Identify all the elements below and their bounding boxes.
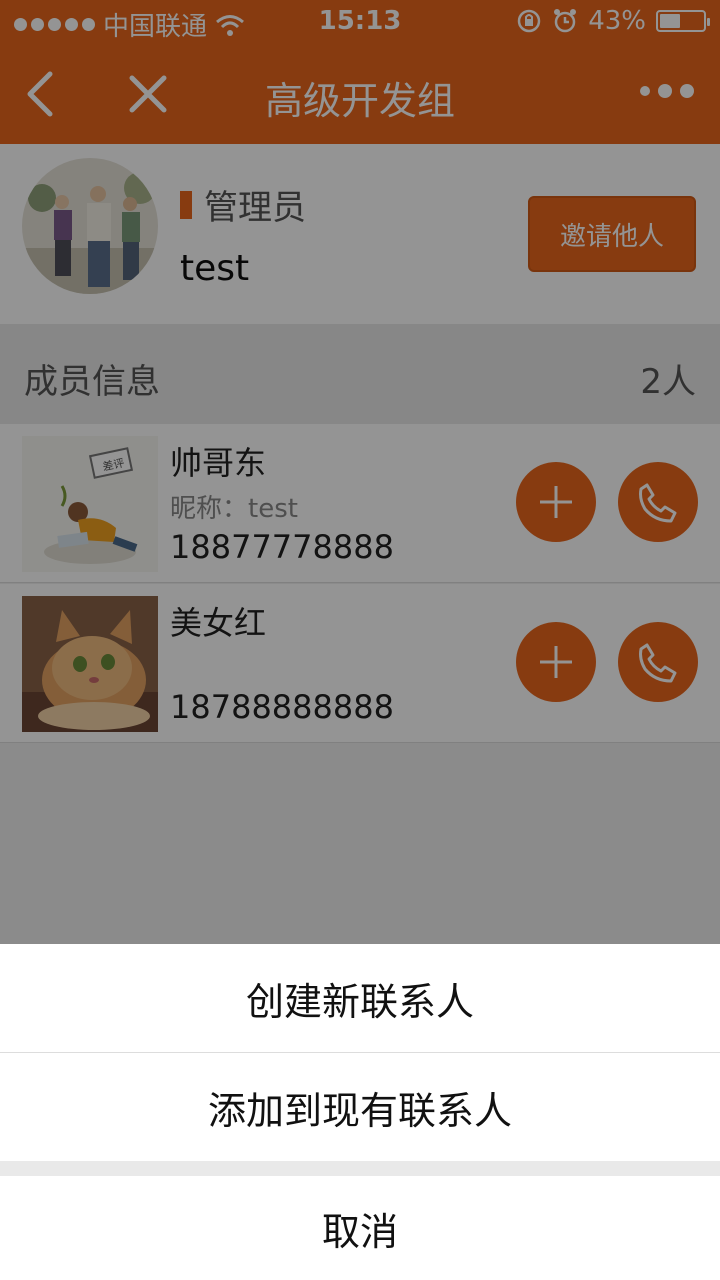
create-new-contact-option[interactable]: 创建新联系人 [0, 944, 720, 1053]
action-sheet: 创建新联系人 添加到现有联系人 取消 [0, 944, 720, 1280]
cancel-button[interactable]: 取消 [0, 1176, 720, 1280]
add-to-existing-contact-option[interactable]: 添加到现有联系人 [0, 1053, 720, 1161]
